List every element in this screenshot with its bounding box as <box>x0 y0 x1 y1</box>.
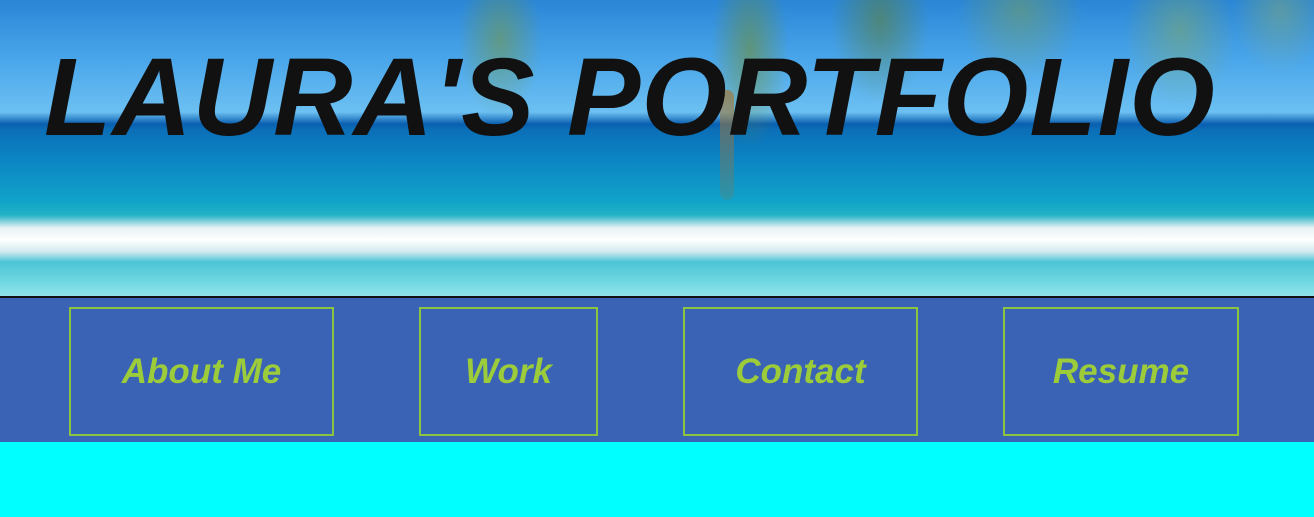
header-banner: LAURA'S PORTFOLIO <box>0 0 1314 296</box>
page-title: LAURA'S PORTFOLIO <box>44 36 1216 159</box>
nav-contact-button[interactable]: Contact <box>683 307 918 436</box>
nav-about-me-button[interactable]: About Me <box>69 307 334 436</box>
nav-resume-button[interactable]: Resume <box>1003 307 1239 436</box>
main-nav: About Me Work Contact Resume <box>0 296 1314 442</box>
nav-work-button[interactable]: Work <box>419 307 598 436</box>
page-content-area <box>0 442 1314 517</box>
